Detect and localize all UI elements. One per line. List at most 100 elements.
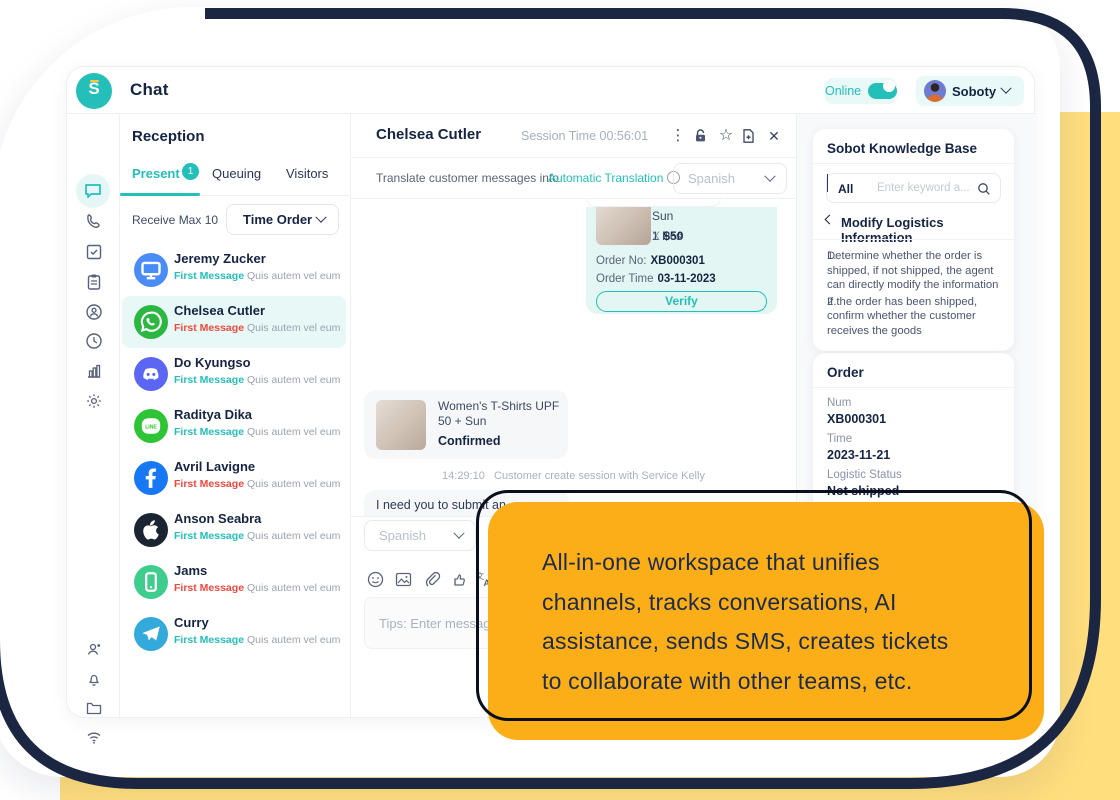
sidebar-item-files[interactable] xyxy=(84,698,104,718)
contact-preview: Quis autem vel eum iu... xyxy=(247,426,342,438)
contact-preview: Quis autem vel eum iu... xyxy=(247,322,342,334)
clipboard-icon xyxy=(84,272,104,292)
system-message-time: 14:29:10 xyxy=(442,470,485,482)
chevron-down-icon xyxy=(764,171,775,182)
reception-panel: Reception Present 1 Queuing Visitors Rec… xyxy=(120,114,351,719)
contact-row[interactable]: Curry First Message Quis autem vel eum i… xyxy=(122,608,346,660)
article-title[interactable]: Modify Logistics Information xyxy=(841,215,1014,245)
translate-mode-link[interactable]: Automatic Translation xyxy=(548,171,663,185)
user-circle-icon xyxy=(84,302,104,322)
previous-bubble-peek xyxy=(586,199,721,207)
sidebar-item-chat[interactable] xyxy=(76,174,110,208)
facebook-icon xyxy=(134,461,168,495)
input-language-select[interactable]: Spanish xyxy=(364,520,476,551)
contact-name: Chelsea Cutler xyxy=(174,303,265,318)
translate-label: Translate customer messages into xyxy=(376,171,559,185)
sidebar-item-notifications[interactable] xyxy=(84,669,104,689)
translate-language-value: Spanish xyxy=(688,171,735,186)
contact-row[interactable]: Jams First Message Quis autem vel eum iu… xyxy=(122,556,346,608)
check-square-icon xyxy=(84,242,104,262)
input-language-value: Spanish xyxy=(379,528,426,543)
contact-row-selected[interactable]: Chelsea Cutler First Message Quis autem … xyxy=(122,296,346,348)
sort-order-select[interactable]: Time Order xyxy=(226,204,339,235)
new-document-icon[interactable] xyxy=(741,127,759,145)
contact-list: Jeremy Zucker First Message Quis autem v… xyxy=(120,244,351,719)
attachment-icon[interactable] xyxy=(424,571,442,589)
step-text: If the order has been shipped, confirm w… xyxy=(827,295,1003,339)
star-icon[interactable]: ☆ xyxy=(717,127,735,145)
contact-tag: First Message xyxy=(174,322,244,334)
contact-preview: Quis autem vel eum iu... xyxy=(247,374,342,386)
sidebar-item-contacts[interactable] xyxy=(84,302,104,322)
line-icon: LINE xyxy=(134,409,168,443)
whatsapp-icon xyxy=(134,305,168,339)
sidebar-item-agent-status[interactable] xyxy=(84,639,104,659)
phone-icon xyxy=(84,212,104,232)
knowledge-base-card: Sobot Knowledge Base All Enter keyword a… xyxy=(813,129,1014,351)
clock-icon xyxy=(84,331,104,351)
close-icon[interactable]: ✕ xyxy=(765,127,783,145)
order-time-value: 03-11-2023 xyxy=(658,273,716,285)
contact-name: Anson Seabra xyxy=(174,511,261,526)
lock-icon[interactable] xyxy=(693,127,711,145)
user-menu[interactable]: Soboty xyxy=(916,76,1024,106)
thumbs-up-icon[interactable] xyxy=(450,571,468,589)
sidebar-rail xyxy=(67,114,120,719)
translate-language-select[interactable]: Spanish xyxy=(673,163,787,194)
present-count-badge: 1 xyxy=(182,163,199,180)
back-chevron-icon[interactable] xyxy=(825,215,835,225)
contact-name: Jeremy Zucker xyxy=(174,251,266,266)
tab-visitors[interactable]: Visitors xyxy=(286,166,328,181)
sidebar-item-tasks[interactable] xyxy=(84,242,104,262)
avatar xyxy=(924,80,946,102)
contact-row[interactable]: Do Kyungso First Message Quis autem vel … xyxy=(122,348,346,400)
contact-name: Avril Lavigne xyxy=(174,459,255,474)
contact-tag: First Message xyxy=(174,634,244,646)
apple-icon xyxy=(134,513,168,547)
translate-bar: Translate customer messages into Automat… xyxy=(351,158,796,199)
contact-name: Raditya Dika xyxy=(174,407,252,422)
chat-bubble-icon xyxy=(83,181,103,201)
image-icon[interactable] xyxy=(395,571,413,589)
search-filter-value[interactable]: All xyxy=(838,182,853,196)
contact-row[interactable]: Anson Seabra First Message Quis autem ve… xyxy=(122,504,346,556)
web-chat-icon xyxy=(134,253,168,287)
contact-row[interactable]: LINE Raditya Dika First Message Quis aut… xyxy=(122,400,346,452)
sidebar-item-calls[interactable] xyxy=(84,212,104,232)
bar-chart-icon xyxy=(84,361,104,381)
knowledge-search-box[interactable]: All Enter keyword a... xyxy=(826,173,1001,203)
contact-name: Curry xyxy=(174,615,209,630)
chevron-down-icon xyxy=(1000,83,1011,94)
online-toggle[interactable] xyxy=(868,83,897,99)
sidebar-item-analytics[interactable] xyxy=(84,361,104,381)
contact-row[interactable]: Jeremy Zucker First Message Quis autem v… xyxy=(122,244,346,296)
wifi-icon xyxy=(84,727,104,747)
mobile-app-icon xyxy=(134,565,168,599)
sidebar-item-tickets[interactable] xyxy=(84,272,104,292)
sidebar-item-history[interactable] xyxy=(84,331,104,351)
article-steps: 1.Determine whether the order is shipped… xyxy=(827,249,1003,340)
svg-text:LINE: LINE xyxy=(145,424,157,430)
tab-queuing[interactable]: Queuing xyxy=(212,166,261,181)
verify-button[interactable]: Verify xyxy=(596,291,767,312)
session-time: Session Time 00:56:01 xyxy=(521,129,648,143)
online-label: Online xyxy=(825,84,861,98)
reception-title: Reception xyxy=(132,128,205,145)
sidebar-item-settings[interactable] xyxy=(84,391,104,411)
receive-max-label: Receive Max 10 xyxy=(132,213,218,227)
folder-icon xyxy=(84,698,104,718)
product-message-bubble: Women's T-Shirts UPF 50 + Sun Confirmed xyxy=(364,390,568,459)
sidebar-item-network[interactable] xyxy=(84,727,104,747)
gear-icon xyxy=(84,391,104,411)
contact-tag: First Message xyxy=(174,374,244,386)
order-time-label: Time xyxy=(827,433,852,445)
telegram-icon xyxy=(134,617,168,651)
emoji-icon[interactable] xyxy=(367,571,385,589)
search-icon[interactable] xyxy=(977,182,991,196)
sort-order-value: Time Order xyxy=(243,212,312,227)
tab-present[interactable]: Present xyxy=(132,166,180,181)
contact-row[interactable]: Avril Lavigne First Message Quis autem v… xyxy=(122,452,346,504)
user-name: Soboty xyxy=(952,84,996,99)
more-menu-icon[interactable]: ⋮ xyxy=(669,127,687,145)
order-num-value: XB000301 xyxy=(827,412,886,426)
